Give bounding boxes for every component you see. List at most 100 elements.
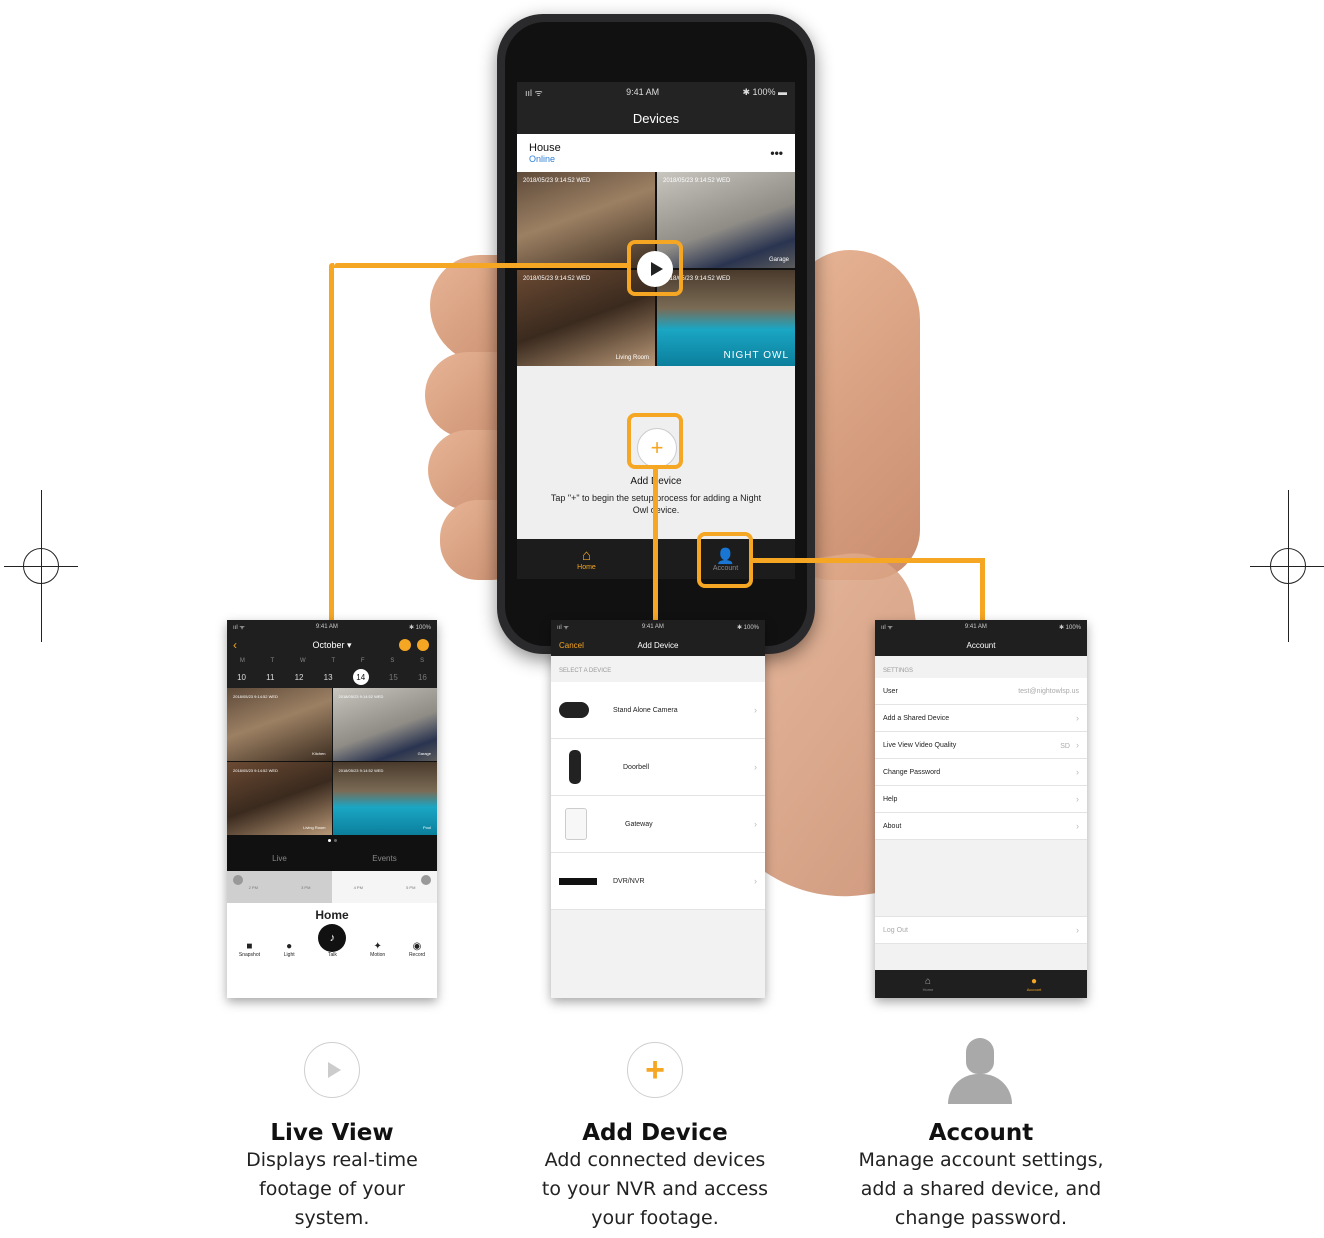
list-item[interactable]: Stand Alone Camera › (551, 682, 765, 739)
month-selector[interactable]: October ▾ (312, 640, 351, 651)
caption-line: Displays real-time (246, 1149, 418, 1171)
day[interactable]: 16 (418, 673, 427, 682)
camera-label: Living Room (615, 355, 649, 361)
weekday: S (390, 658, 395, 664)
timeline-label: 4 PM (353, 884, 363, 890)
zoom-out-icon[interactable] (233, 875, 243, 885)
page-title: Account (875, 634, 1087, 656)
dvr-icon (559, 877, 597, 885)
settings-row-video-quality[interactable]: Live View Video Quality SD › (875, 732, 1087, 759)
section-header: SELECT A DEVICE (559, 668, 612, 674)
caption-title: Add Device (582, 1120, 728, 1146)
chevron-right-icon: › (1076, 794, 1079, 804)
camera-icon: ■ (246, 941, 253, 952)
tab-home-label: Home (577, 564, 596, 571)
camera-label: Pool (422, 825, 431, 830)
camera-tile[interactable]: 2018/05/23 9:14:52 WED Kitchen (227, 688, 332, 761)
tab-live[interactable]: Live (227, 854, 332, 863)
camera-tile[interactable]: 2018/05/23 9:14:52 WED Garage (332, 688, 437, 761)
tab-bar: ⌂ Home ● Account (875, 970, 1087, 998)
chevron-right-icon: › (754, 819, 757, 829)
doorbell-icon (569, 750, 581, 784)
camera-timestamp: 2018/05/23 9:14:52 WED (233, 694, 278, 699)
weekday: T (331, 658, 336, 664)
row-value: test@nightowlsp.us (1018, 687, 1079, 695)
back-icon[interactable]: ‹ (233, 638, 237, 652)
row-label: Add a Shared Device (883, 714, 950, 722)
cancel-button[interactable]: Cancel (559, 641, 584, 650)
camera-timestamp: 2018/05/23 9:14:52 WED (338, 768, 384, 773)
highlight-add (627, 413, 683, 469)
device-status: Online (529, 154, 556, 164)
snapshot-button[interactable]: ■ Snapshot (239, 941, 260, 958)
tab-home[interactable]: ⌂ Home (517, 539, 656, 579)
settings-row-about[interactable]: About › (875, 813, 1087, 840)
page-dots (227, 835, 437, 845)
signal-icon: ııl ᯤ (233, 625, 245, 631)
plus-circle-icon: + (627, 1042, 683, 1098)
day[interactable]: 11 (266, 673, 274, 682)
device-name: House (529, 142, 561, 154)
camera-label: Living Room (303, 825, 326, 830)
tab-home[interactable]: ⌂ Home (875, 970, 981, 998)
weekday: T (270, 658, 275, 664)
camera-tile[interactable]: 2018/05/23 9:14:52 WED Pool (332, 762, 437, 835)
list-item[interactable]: Doorbell › (551, 739, 765, 796)
zoom-in-icon[interactable] (421, 875, 431, 885)
chevron-right-icon: › (1076, 821, 1079, 831)
day[interactable]: 13 (324, 673, 333, 682)
camera-timestamp: 2018/05/23 9:14:52 WED (233, 768, 278, 773)
battery-icon: ✱ 100% ▬ (742, 86, 787, 97)
day[interactable]: 15 (389, 673, 398, 682)
status-bar: ııl ᯤ 9:41 AM ✱ 100% ▬ (517, 82, 795, 102)
row-label: Help (883, 795, 898, 803)
live-view-screen: ııl ᯤ 9:41 AM ✱ 100% ‹ October ▾ M T W T F S S 1… (227, 620, 437, 998)
watermark-logo: NIGHT OWL (723, 350, 789, 361)
list-item[interactable]: DVR/NVR › (551, 853, 765, 910)
talk-button[interactable]: ♪ Talk (318, 924, 347, 958)
weekday-row: MTWTFSS (227, 656, 437, 666)
wrench-icon[interactable] (417, 639, 429, 651)
tab-events[interactable]: Events (332, 854, 437, 863)
settings-row-user[interactable]: User test@nightowlsp.us (875, 678, 1087, 705)
timeline-label: 3 PM (301, 884, 311, 890)
timeline[interactable]: 2 PM 3 PM 4 PM 5 PM (227, 871, 437, 903)
action-label: Light (283, 952, 295, 958)
chevron-right-icon: › (1076, 740, 1079, 750)
camera-timestamp: 2018/05/23 9:14:52 WED (523, 178, 591, 184)
more-menu-icon[interactable]: ••• (770, 146, 783, 160)
day-row: 10 11 12 13 14 15 16 (227, 666, 437, 688)
status-time: 9:41 AM (641, 624, 664, 630)
signal-icon: ııl ᯤ (881, 625, 893, 631)
add-device-nav: Cancel Add Device (551, 634, 765, 656)
caption-title: Account (928, 1120, 1034, 1146)
day[interactable]: 10 (237, 673, 246, 682)
grid-icon[interactable] (399, 639, 411, 651)
logout-row[interactable]: Log Out › (875, 916, 1087, 944)
settings-row-change-password[interactable]: Change Password › (875, 759, 1087, 786)
timeline-label: 5 PM (406, 884, 416, 890)
timeline-label: 2 PM (248, 884, 258, 890)
device-header[interactable]: House Online ••• (517, 134, 795, 172)
settings-row-shared-device[interactable]: Add a Shared Device › (875, 705, 1087, 732)
light-button[interactable]: ● Light (284, 941, 295, 958)
page-title: Add Device (637, 640, 679, 650)
person-icon: ● (1030, 976, 1038, 987)
record-button[interactable]: ◉ Record (409, 941, 425, 958)
camera-tile[interactable]: 2018/05/23 9:14:52 WED Living Room (227, 762, 332, 835)
tab-account[interactable]: ● Account (981, 970, 1087, 998)
motion-button[interactable]: ✦ Motion (370, 941, 385, 958)
gateway-icon (565, 808, 587, 840)
day-selected[interactable]: 14 (352, 669, 369, 685)
record-icon: ◉ (412, 941, 422, 952)
caption-line: add a shared device, and (860, 1178, 1102, 1200)
status-time: 9:41 AM (626, 87, 660, 97)
chevron-right-icon: › (754, 762, 757, 772)
settings-row-help[interactable]: Help › (875, 786, 1087, 813)
play-outline-icon (304, 1042, 360, 1098)
list-item[interactable]: Gateway › (551, 796, 765, 853)
camera-grid[interactable]: 2018/05/23 9:14:52 WED Kitchen 2018/05/23… (227, 688, 437, 835)
day[interactable]: 12 (295, 673, 304, 682)
status-bar: ııl ᯤ 9:41 AM ✱ 100% (875, 620, 1087, 634)
weekday: W (300, 658, 306, 664)
